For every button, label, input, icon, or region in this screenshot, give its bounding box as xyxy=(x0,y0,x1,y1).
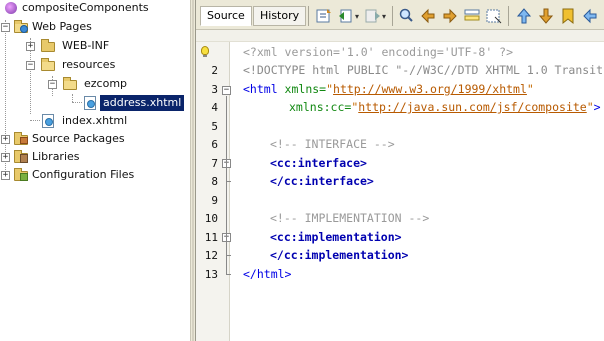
previous-bookmark-icon[interactable] xyxy=(514,6,534,26)
code-token-attribute: xmlns= xyxy=(277,82,327,96)
tree-item-label: compositeComponents xyxy=(22,1,149,14)
open-folder-icon xyxy=(62,77,78,91)
library-folder-icon xyxy=(13,150,29,164)
code-line-6: <!-- INTERFACE --> xyxy=(270,137,395,151)
collapse-toggle-icon[interactable]: − xyxy=(48,80,57,89)
line-number: 13 xyxy=(204,268,218,281)
tree-line xyxy=(72,102,82,103)
editor-ruler xyxy=(196,30,604,42)
line-number: 11 xyxy=(204,231,218,244)
tree-item-label: Configuration Files xyxy=(32,168,135,181)
code-link[interactable]: http://java.sun.com/jsf/composite xyxy=(358,100,586,114)
code-token-tag: > xyxy=(593,100,601,114)
tab-history[interactable]: History xyxy=(253,6,307,26)
toggle-rect-select-icon[interactable] xyxy=(484,6,504,26)
xhtml-file-icon xyxy=(82,96,98,110)
expand-toggle-icon[interactable]: + xyxy=(1,153,10,162)
line-number: 10 xyxy=(204,212,218,225)
forward-dropdown-icon[interactable]: ▾ xyxy=(382,12,386,21)
code-line-11: <cc:implementation> xyxy=(270,230,402,244)
line-number: 9 xyxy=(211,194,218,207)
code-token-attribute: xmlns:cc= xyxy=(289,100,352,114)
code-editor[interactable]: <?xml version='1.0' encoding='UTF-8' ?> … xyxy=(243,42,604,341)
editor-panel: Source History ▾ ▾ 2 3 4 5 6 7 8 9 10 11… xyxy=(196,0,604,341)
line-number-gutter: 2 3 4 5 6 7 8 9 10 11 12 13 − − − xyxy=(196,42,231,341)
find-previous-icon[interactable] xyxy=(418,6,438,26)
xhtml-file-icon xyxy=(40,114,56,128)
tree-item-label: address.xhtml xyxy=(100,95,185,111)
expand-toggle-icon[interactable]: + xyxy=(1,135,10,144)
tab-source[interactable]: Source xyxy=(200,6,252,26)
code-line-1: <?xml version='1.0' encoding='UTF-8' ?> xyxy=(243,45,514,59)
tree-line xyxy=(30,120,40,121)
back-dropdown-icon[interactable]: ▾ xyxy=(355,12,359,21)
fold-toggle-icon[interactable]: − xyxy=(222,86,231,95)
next-bookmark-icon[interactable] xyxy=(536,6,556,26)
tree-item-label: Web Pages xyxy=(32,20,92,33)
code-line-12: </cc:implementation> xyxy=(270,248,409,262)
project-tree: compositeComponents − Web Pages + WEB-IN… xyxy=(0,0,190,341)
expand-toggle-icon[interactable]: + xyxy=(1,171,10,180)
package-folder-icon xyxy=(13,132,29,146)
tree-line xyxy=(72,94,73,102)
code-line-3: <html xmlns="http://www.w3.org/1999/xhtm… xyxy=(243,82,534,96)
toolbar-separator xyxy=(508,6,509,26)
line-number: 12 xyxy=(204,249,218,262)
last-edit-icon[interactable] xyxy=(314,6,334,26)
line-number: 4 xyxy=(211,101,218,114)
fold-line xyxy=(226,122,227,274)
config-folder-icon xyxy=(13,168,29,182)
tree-item-label: Libraries xyxy=(32,150,80,163)
line-number: 8 xyxy=(211,175,218,188)
folder-icon xyxy=(40,39,56,53)
web-folder-icon xyxy=(13,20,29,34)
toggle-bookmark-icon[interactable] xyxy=(558,6,578,26)
toolbar-separator xyxy=(308,6,309,26)
collapse-toggle-icon[interactable]: − xyxy=(26,61,35,70)
line-number: 7 xyxy=(211,157,218,170)
fold-line xyxy=(226,96,227,122)
tree-item-label: resources xyxy=(62,58,116,71)
code-line-7: <cc:interface> xyxy=(270,156,367,170)
find-next-icon[interactable] xyxy=(440,6,460,26)
find-icon[interactable] xyxy=(396,6,416,26)
project-icon xyxy=(3,1,19,15)
line-number: 3 xyxy=(211,83,218,96)
code-line-4: xmlns:cc="http://java.sun.com/jsf/compos… xyxy=(289,100,601,114)
line-number: 5 xyxy=(211,120,218,133)
collapse-toggle-icon[interactable]: − xyxy=(1,23,10,32)
tree-item-label: ezcomp xyxy=(84,77,128,90)
open-folder-icon xyxy=(40,58,56,72)
code-line-2: <!DOCTYPE html PUBLIC "-//W3C//DTD XHTML… xyxy=(243,63,604,77)
editor-toolbar: Source History ▾ ▾ xyxy=(196,0,604,30)
code-line-8: </cc:interface> xyxy=(270,174,374,188)
expand-toggle-icon[interactable]: + xyxy=(26,42,35,51)
line-number: 2 xyxy=(211,64,218,77)
back-icon[interactable] xyxy=(336,6,356,26)
tree-item-label: WEB-INF xyxy=(62,39,110,52)
code-line-10: <!-- IMPLEMENTATION --> xyxy=(270,211,430,225)
hint-bulb-icon[interactable] xyxy=(201,46,209,57)
toolbar-separator xyxy=(392,6,393,26)
code-token-tag: <html xyxy=(243,82,278,96)
tree-item-label: Source Packages xyxy=(32,132,125,145)
toggle-highlight-icon[interactable] xyxy=(462,6,482,26)
code-link[interactable]: http://www.w3.org/1999/xhtml xyxy=(333,82,527,96)
tree-item-label: index.xhtml xyxy=(62,114,128,127)
fold-end xyxy=(226,274,231,275)
shift-line-icon[interactable] xyxy=(580,6,600,26)
line-number: 6 xyxy=(211,138,218,151)
code-line-13: </html> xyxy=(243,267,292,281)
forward-icon[interactable] xyxy=(363,6,383,26)
